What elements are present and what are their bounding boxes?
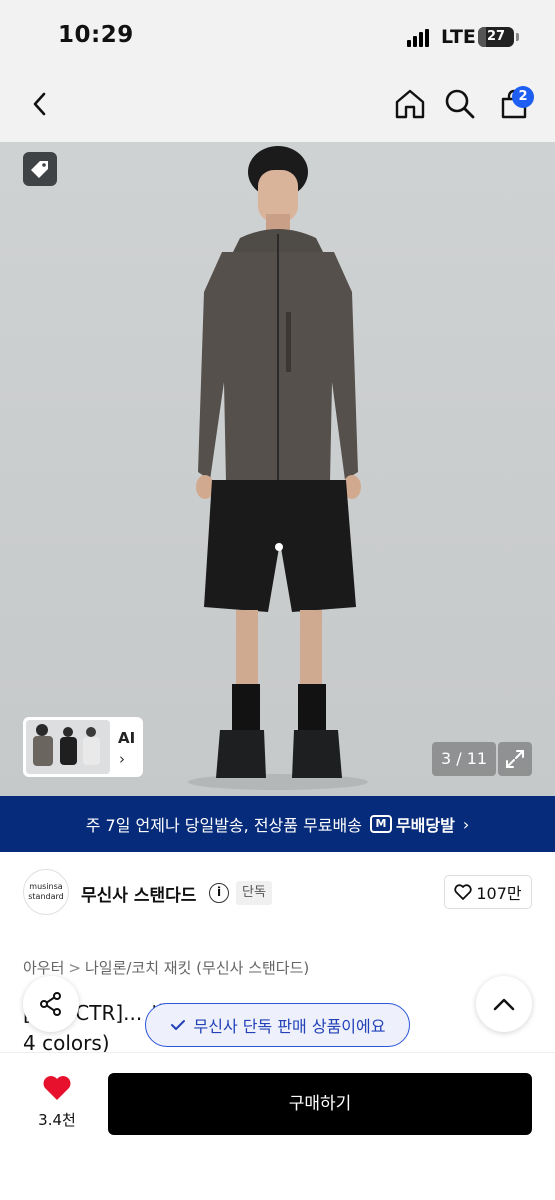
image-counter-total: 11 [466, 749, 488, 768]
exclusive-toast: 무신사 단독 판매 상품이에요 [145, 1003, 410, 1047]
ai-label: AI [118, 729, 136, 747]
brand-row: musinsa standard 무신사 스탠다드 i 단독 107만 [0, 852, 555, 934]
breadcrumb-item[interactable]: 아우터 [23, 959, 64, 977]
bottom-action-bar: 3.4천 구매하기 [0, 1052, 555, 1200]
heart-outline-icon [454, 884, 473, 900]
home-button[interactable] [390, 84, 430, 124]
cart-button[interactable]: 2 [492, 84, 536, 124]
battery-level: 27 [486, 29, 506, 44]
brand-logo-line2: standard [28, 892, 64, 901]
delivery-banner[interactable]: 주 7일 언제나 당일발송, 전상품 무료배송 M 무배당발 › [0, 796, 555, 852]
share-icon [40, 992, 61, 1016]
app-header: 2 [0, 70, 555, 142]
heart-filled-icon [43, 1076, 71, 1100]
free-shipping-logo-text: 무배당발 [395, 816, 455, 835]
brand-logo-line1: musinsa [29, 882, 63, 891]
back-button[interactable] [20, 84, 60, 124]
expand-button[interactable] [498, 742, 532, 776]
breadcrumb: 아우터 > 나일론/코치 재킷 (무신사 스탠다드) [23, 957, 309, 978]
chevron-right-icon: › [462, 814, 470, 834]
cart-badge: 2 [512, 86, 534, 108]
ai-styling-card[interactable]: AI › [23, 717, 143, 777]
brand-like-count: 107만 [476, 884, 522, 903]
battery-nub [516, 33, 519, 41]
image-counter: 3 / 11 [432, 742, 496, 776]
battery-icon: 27 [478, 27, 514, 47]
buy-button[interactable]: 구매하기 [108, 1073, 532, 1135]
brand-name[interactable]: 무신사 스탠다드 [81, 881, 196, 906]
home-icon [395, 89, 425, 119]
breadcrumb-item[interactable]: 나일론/코치 재킷 (무신사 스탠다드) [85, 959, 309, 977]
wishlist-count: 3.4천 [38, 1111, 76, 1129]
image-counter-current: 3 [440, 749, 452, 768]
product-image-gallery[interactable]: AI › 3 / 11 [0, 142, 555, 796]
image-position-dot [275, 543, 283, 551]
breadcrumb-separator: > [68, 959, 81, 977]
check-icon [170, 1020, 185, 1030]
expand-icon [506, 750, 524, 768]
status-bar: 10:29 LTE 27 [0, 0, 555, 70]
signal-icon [407, 29, 431, 47]
toast-text: 무신사 단독 판매 상품이에요 [193, 1017, 386, 1036]
delivery-banner-text: 주 7일 언제나 당일발송, 전상품 무료배송 [85, 816, 362, 835]
chevron-left-icon [33, 92, 46, 116]
chevron-right-icon: › [119, 750, 125, 768]
free-shipping-logo: M 무배당발 [369, 812, 455, 836]
tag-button[interactable] [23, 152, 57, 186]
ai-thumbnail [26, 720, 110, 774]
brand-like-button[interactable]: 107만 [444, 875, 532, 909]
scroll-top-button[interactable] [476, 976, 532, 1032]
chevron-up-icon [493, 998, 515, 1011]
network-label: LTE [441, 26, 476, 48]
musinsa-m-icon: M [369, 815, 392, 833]
search-icon [445, 89, 475, 119]
info-icon[interactable]: i [209, 883, 229, 903]
share-button[interactable] [23, 976, 79, 1032]
image-counter-separator: / [451, 749, 467, 768]
search-button[interactable] [440, 84, 480, 124]
tag-icon [31, 161, 48, 178]
brand-logo[interactable]: musinsa standard [23, 869, 69, 915]
status-time: 10:29 [58, 22, 134, 48]
product-photo-model [188, 146, 368, 790]
wishlist-button[interactable]: 3.4천 [28, 1075, 86, 1130]
exclusive-badge: 단독 [236, 881, 272, 905]
